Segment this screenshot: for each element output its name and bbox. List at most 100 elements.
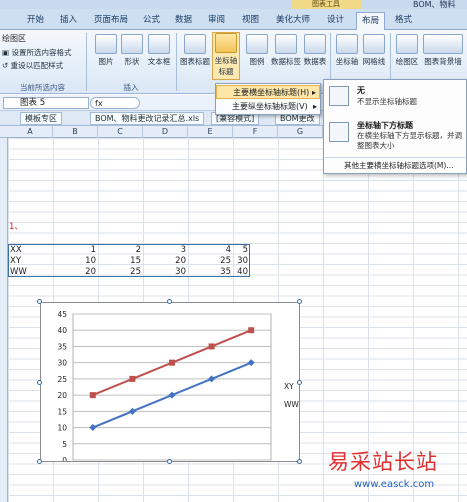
cell-xx-1[interactable]: 1 — [53, 245, 98, 255]
picture-icon — [95, 34, 117, 54]
cell-xy-1[interactable]: 10 — [53, 256, 98, 266]
row-header-gutter — [0, 138, 8, 502]
axes-button[interactable]: 坐标轴 — [334, 34, 360, 67]
reset-style-button[interactable]: ↺ 重设以匹配样式 — [2, 60, 63, 71]
column-header-a[interactable]: A — [8, 126, 53, 138]
column-header-f[interactable]: F — [233, 126, 278, 138]
legend-button[interactable]: 图例 — [244, 34, 270, 67]
submenu-item-none[interactable]: 无 不显示坐标轴标题 — [325, 81, 465, 117]
workbook-tab-bom-summary[interactable]: BOM、物料更改记录汇总.xls — [90, 112, 205, 125]
row-label-xx[interactable]: XX — [10, 245, 22, 255]
axis-titles-button[interactable]: 坐标轴标题 — [212, 32, 240, 80]
cell-xy-3[interactable]: 20 — [143, 256, 188, 266]
y-tick-label: 45 — [57, 310, 67, 319]
column-header-g[interactable]: G — [278, 126, 323, 138]
tab-page-layout[interactable]: 页面布局 — [89, 12, 133, 30]
chart-wall-icon — [423, 34, 463, 54]
cell-xy-4[interactable]: 25 — [188, 256, 233, 266]
menu-item-primary-horizontal-axis-title[interactable]: 主要横坐标轴标题(H) ▸ — [216, 85, 320, 99]
resize-handle[interactable] — [297, 380, 302, 385]
tab-layout[interactable]: 布局 — [356, 12, 386, 31]
menu-item-label: 主要横坐标轴标题(H) — [233, 88, 310, 97]
cell-ww-3[interactable]: 30 — [143, 267, 188, 277]
insert-shapes-button[interactable]: 形状 — [119, 34, 145, 67]
cell-xy-5[interactable]: 30 — [233, 256, 250, 266]
data-point-ww — [129, 375, 136, 382]
horizontal-axis-title-submenu: 无 不显示坐标轴标题 坐标轴下方标题 在横坐标轴下方显示标题，并调整图表大小 其… — [323, 79, 467, 174]
cell-xy-2[interactable]: 15 — [98, 256, 143, 266]
plot-area-button[interactable]: 绘图区 — [394, 34, 420, 67]
fx-button[interactable]: fx — [90, 97, 140, 109]
axes-icon — [336, 34, 358, 54]
tab-insert[interactable]: 插入 — [55, 12, 82, 30]
submenu-arrow-icon: ▸ — [312, 102, 317, 111]
axes-label: 坐标轴 — [335, 57, 359, 66]
note-cell[interactable]: 1、 — [9, 222, 23, 232]
cell-xx-3[interactable]: 3 — [143, 245, 188, 255]
name-box[interactable]: 图表 5 — [3, 97, 89, 109]
submenu-item-title-below-axis[interactable]: 坐标轴下方标题 在横坐标轴下方显示标题，并调整图表大小 — [325, 118, 465, 156]
line-chart[interactable]: 05101520253035404512345 XYWW — [40, 302, 317, 476]
no-axis-title-icon — [329, 86, 349, 106]
plot-area-label: 绘图区 — [395, 57, 419, 66]
legend-label: 图例 — [249, 57, 265, 66]
tab-beautify-master[interactable]: 美化大师 — [271, 12, 315, 30]
insert-picture-button[interactable]: 图片 — [93, 34, 119, 67]
menu-item-label: 主要纵坐标轴标题(V) — [232, 102, 308, 111]
menu-divider — [325, 157, 465, 158]
chart-element-selector[interactable]: 绘图区 — [2, 33, 26, 44]
tab-view[interactable]: 视图 — [237, 12, 264, 30]
ribbon-separator — [176, 33, 177, 91]
insert-textbox-button[interactable]: 文本框 — [145, 34, 173, 67]
resize-handle[interactable] — [167, 459, 172, 464]
cell-xx-4[interactable]: 4 — [188, 245, 233, 255]
y-tick-label: 15 — [57, 407, 67, 416]
cell-ww-5[interactable]: 40 — [233, 267, 250, 277]
legend-label-ww: WW — [284, 400, 299, 409]
column-header-e[interactable]: E — [188, 126, 233, 138]
tab-review[interactable]: 审阅 — [203, 12, 230, 30]
submenu-item-below-desc: 在横坐标轴下方显示标题，并调整图表大小 — [357, 131, 462, 150]
resize-handle[interactable] — [167, 299, 172, 304]
group-label-insert: 插入 — [123, 83, 139, 92]
cell-xx-5[interactable]: 5 — [233, 245, 250, 255]
format-selection-button[interactable]: ▣ 设置所选内容格式 — [2, 47, 71, 58]
chart-wall-button[interactable]: 图表背景墙 — [421, 34, 465, 67]
resize-handle[interactable] — [297, 299, 302, 304]
cell-ww-4[interactable]: 35 — [188, 267, 233, 277]
tab-data[interactable]: 数据 — [170, 12, 197, 30]
data-table-icon — [304, 34, 326, 54]
cell-ww-2[interactable]: 25 — [98, 267, 143, 277]
menu-item-primary-vertical-axis-title[interactable]: 主要纵坐标轴标题(V) ▸ — [216, 100, 320, 114]
row-label-xy[interactable]: XY — [10, 256, 21, 266]
tab-format[interactable]: 格式 — [390, 12, 417, 30]
tab-home[interactable]: 开始 — [22, 12, 49, 30]
submenu-arrow-icon: ▸ — [311, 88, 316, 97]
workbook-tab-templates[interactable]: 模板专区 — [20, 112, 62, 125]
gridlines-button[interactable]: 网格线 — [361, 34, 387, 67]
column-header-b[interactable]: B — [53, 126, 98, 138]
cell-xx-2[interactable]: 2 — [98, 245, 143, 255]
chart-wall-label: 图表背景墙 — [424, 57, 462, 66]
resize-handle[interactable] — [297, 459, 302, 464]
data-table-button[interactable]: 数据表 — [302, 34, 328, 67]
chart-title-button[interactable]: 图表标题 — [180, 34, 210, 67]
data-point-ww — [89, 392, 96, 399]
more-axis-title-options[interactable]: 其他主要横坐标轴标题选项(M)... — [344, 160, 453, 171]
title-bar: 图表工具 BOM、物料 — [0, 0, 467, 9]
column-header-c[interactable]: C — [98, 126, 143, 138]
y-tick-label: 10 — [57, 424, 67, 433]
group-label-current-selection: 当前所选内容 — [20, 83, 65, 92]
resize-handle[interactable] — [37, 380, 42, 385]
plot-area-icon — [396, 34, 418, 54]
resize-handle[interactable] — [37, 299, 42, 304]
resize-handle[interactable] — [37, 459, 42, 464]
tab-design[interactable]: 设计 — [322, 12, 349, 30]
watermark-brand: 易采站长站 — [328, 450, 438, 474]
tab-formulas[interactable]: 公式 — [138, 12, 165, 30]
submenu-item-none-title: 无 — [357, 86, 365, 95]
row-label-ww[interactable]: WW — [10, 267, 27, 277]
data-labels-button[interactable]: 数据标签 — [271, 34, 301, 67]
column-header-d[interactable]: D — [143, 126, 188, 138]
cell-ww-1[interactable]: 20 — [53, 267, 98, 277]
